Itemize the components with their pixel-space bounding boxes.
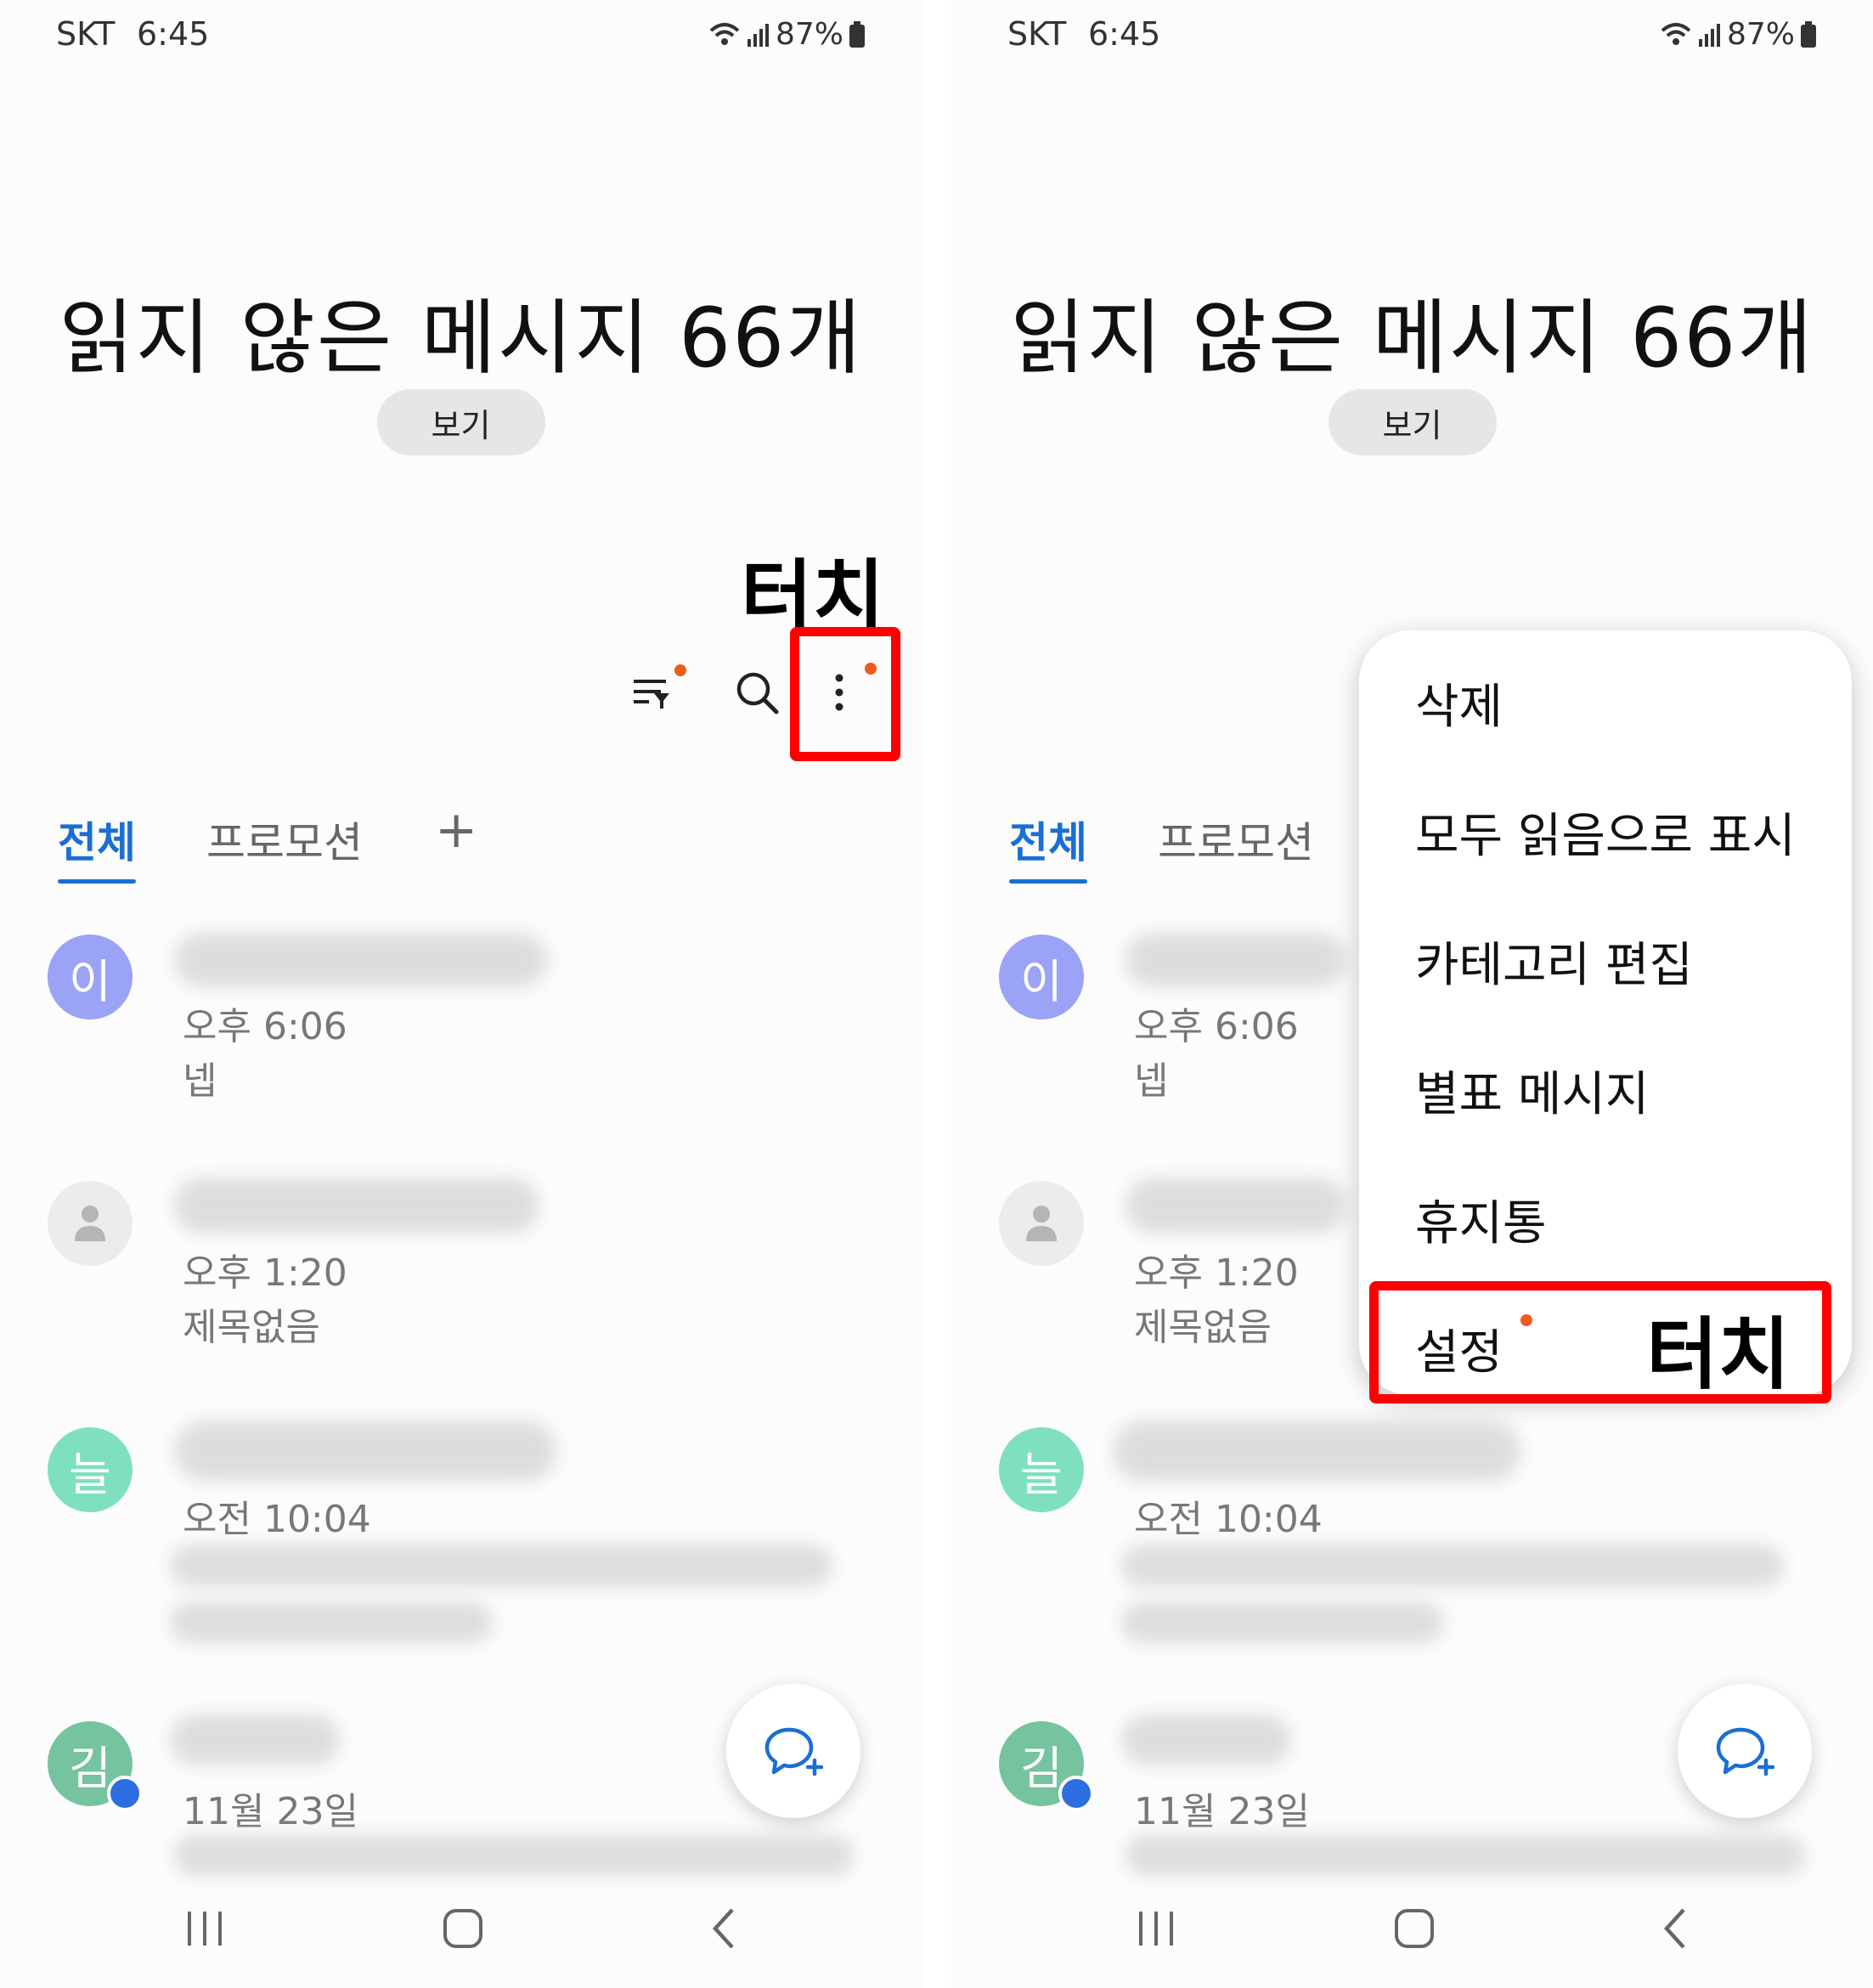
message-time: 오후 6:06 (183, 1005, 347, 1048)
message-preview-blurred (174, 1835, 854, 1876)
menu-item-edit-categories[interactable]: 카테고리 편집 (1415, 927, 1693, 996)
message-time: 오후 6:06 (1134, 1005, 1299, 1048)
avatar: 늘 (999, 1427, 1084, 1512)
battery-percent: 87% (775, 17, 843, 52)
recent-apps-button[interactable] (1128, 1903, 1188, 1954)
battery-icon (849, 20, 865, 48)
add-category-button[interactable]: + (435, 800, 477, 860)
message-preview: 넵 (1134, 1059, 1169, 1103)
sender-name-blurred (1125, 1178, 1346, 1234)
filter-notify-dot (674, 664, 686, 676)
back-icon (712, 1908, 734, 1949)
page-title: 읽지 않은 메시지 66개 (1010, 291, 1814, 386)
menu-item-starred-messages[interactable]: 별표 메시지 (1415, 1056, 1649, 1125)
status-icons: 87% (1659, 17, 1817, 52)
battery-percent: 87% (1726, 17, 1795, 52)
home-button[interactable] (1385, 1903, 1444, 1954)
message-preview-blurred (170, 1602, 493, 1643)
chat-badge-icon (1058, 1776, 1094, 1811)
message-preview: 제목없음 (1134, 1306, 1272, 1349)
person-icon (75, 1206, 105, 1241)
message-time: 11월 23일 (1134, 1790, 1310, 1833)
back-button[interactable] (695, 1903, 754, 1954)
phone-screen-left: SKT 6:45 87% 읽지 않은 메시지 66개 보기 터치 전체 프로모션… (0, 0, 922, 1988)
clock: 6:45 (1088, 15, 1161, 53)
view-button[interactable]: 보기 (376, 389, 545, 455)
status-bar: SKT 6:45 87% (1007, 15, 1817, 58)
wifi-icon (709, 22, 740, 45)
home-icon (443, 1909, 482, 1948)
back-icon (1663, 1908, 1685, 1949)
message-preview-blurred (1121, 1545, 1784, 1587)
message-time: 11월 23일 (183, 1790, 358, 1833)
filter-button[interactable] (629, 663, 688, 722)
message-time: 오후 1:20 (183, 1251, 347, 1295)
search-icon (736, 672, 779, 714)
message-time: 오전 10:04 (1134, 1498, 1323, 1541)
wifi-icon (1661, 22, 1691, 45)
status-icons: 87% (708, 17, 866, 52)
message-preview: 넵 (183, 1059, 217, 1103)
carrier-label: SKT (56, 15, 116, 53)
home-button[interactable] (433, 1903, 493, 1954)
view-button[interactable]: 보기 (1328, 389, 1497, 455)
chat-badge-icon (107, 1776, 143, 1811)
avatar: 늘 (48, 1427, 133, 1512)
avatar: 이 (48, 935, 133, 1019)
sender-name-blurred (174, 1178, 539, 1234)
avatar (999, 1181, 1084, 1266)
person-icon (1026, 1206, 1057, 1241)
options-menu: 삭제 모두 읽음으로 표시 카테고리 편집 별표 메시지 휴지통 설정 (1359, 630, 1852, 1395)
carrier-label: SKT (1007, 15, 1067, 53)
sender-name-blurred (1113, 1420, 1520, 1482)
message-time: 오전 10:04 (183, 1498, 371, 1541)
status-bar: SKT 6:45 87% (56, 15, 866, 58)
message-preview-blurred (170, 1545, 832, 1587)
recent-apps-button[interactable] (177, 1903, 236, 1954)
menu-item-delete[interactable]: 삭제 (1415, 669, 1503, 737)
signal-icon (1698, 23, 1720, 47)
message-time: 오후 1:20 (1134, 1251, 1299, 1295)
menu-item-mark-all-read[interactable]: 모두 읽음으로 표시 (1415, 798, 1796, 867)
new-chat-icon (764, 1727, 823, 1776)
touch-annotation: 터치 (1646, 1309, 1791, 1400)
message-preview-blurred (1125, 1835, 1805, 1876)
tab-all[interactable]: 전체 (1009, 809, 1087, 884)
menu-item-trash[interactable]: 휴지통 (1415, 1185, 1547, 1254)
recent-apps-icon (1139, 1912, 1173, 1946)
page-title: 읽지 않은 메시지 66개 (59, 291, 863, 386)
avatar (48, 1181, 133, 1266)
sender-name-blurred (1125, 933, 1346, 987)
signal-icon (747, 23, 769, 47)
battery-icon (1801, 20, 1816, 48)
sender-name-blurred (174, 1420, 556, 1482)
sender-name-blurred (174, 933, 548, 987)
highlight-box (790, 627, 900, 761)
tab-all[interactable]: 전체 (58, 809, 136, 884)
recent-apps-icon (188, 1912, 222, 1946)
new-message-button[interactable] (1678, 1684, 1812, 1818)
avatar: 이 (999, 935, 1084, 1019)
home-icon (1395, 1909, 1434, 1948)
message-preview-blurred (1121, 1602, 1444, 1643)
new-chat-icon (1716, 1727, 1774, 1776)
phone-screen-right: SKT 6:45 87% 읽지 않은 메시지 66개 보기 전체 프로모션 이 … (951, 0, 1873, 1988)
back-button[interactable] (1646, 1903, 1706, 1954)
sender-name-blurred (170, 1714, 340, 1765)
search-button[interactable] (729, 663, 788, 722)
clock: 6:45 (137, 15, 210, 53)
tab-promotion[interactable]: 프로모션 (1158, 809, 1314, 870)
sender-name-blurred (1121, 1714, 1291, 1765)
new-message-button[interactable] (726, 1684, 860, 1818)
message-preview: 제목없음 (183, 1306, 320, 1349)
tab-promotion[interactable]: 프로모션 (206, 809, 363, 870)
